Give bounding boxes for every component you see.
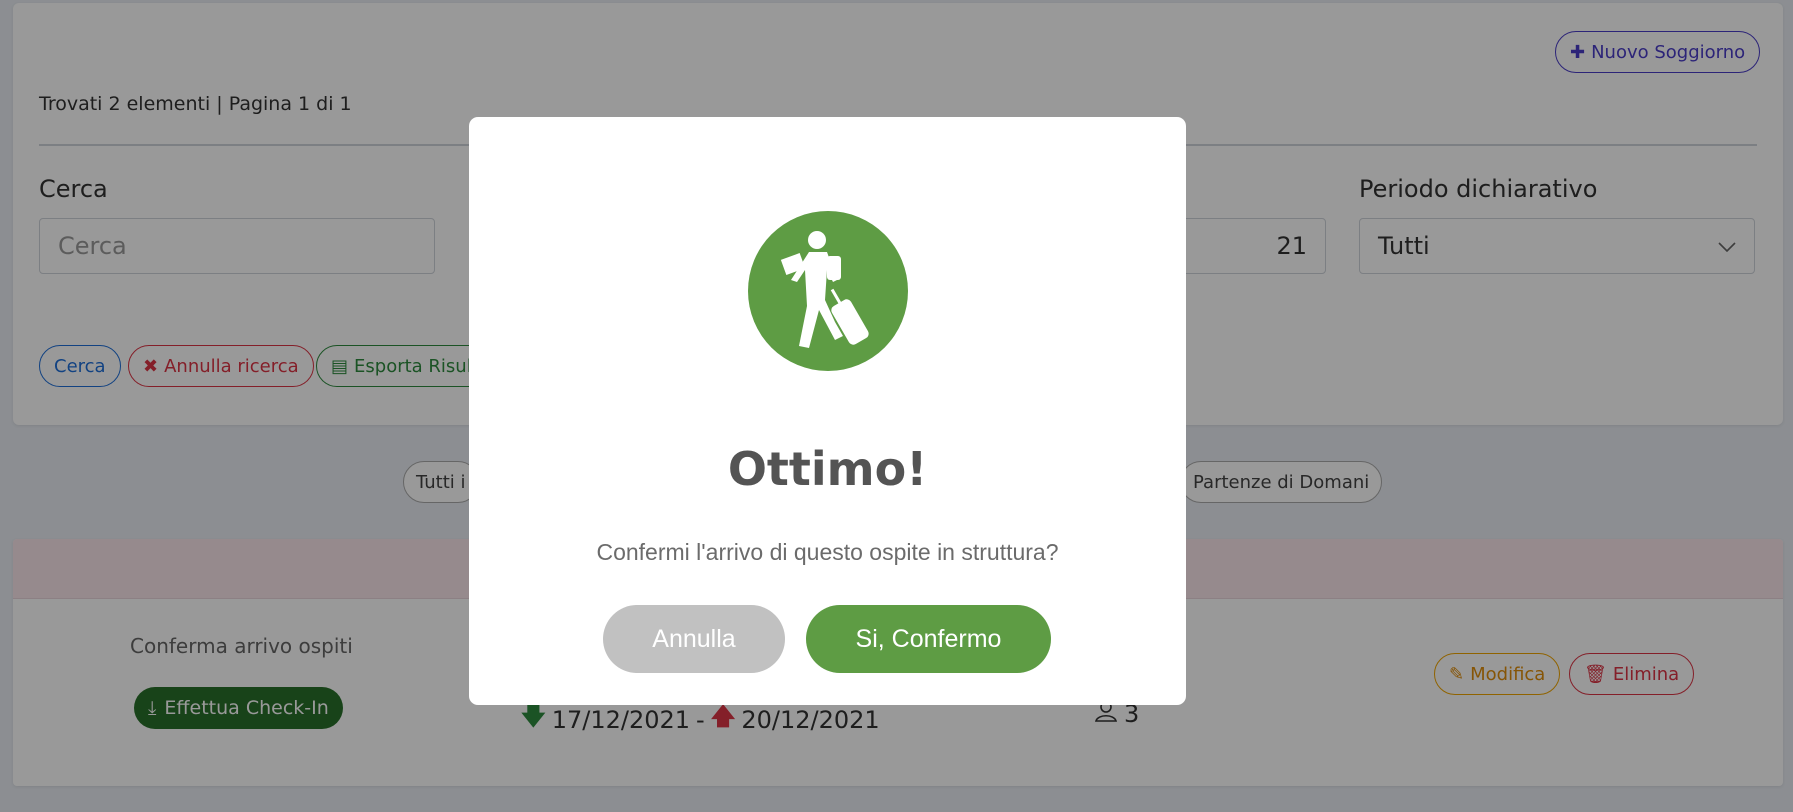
confirm-button[interactable]: Si, Confermo: [806, 605, 1051, 673]
page: ✚ Nuovo Soggiorno Trovati 2 elementi | P…: [0, 0, 1793, 812]
confirm-dialog: Ottimo! Confermi l'arrivo di questo ospi…: [469, 117, 1186, 705]
cancel-button[interactable]: Annulla: [603, 605, 785, 673]
dialog-message: Confermi l'arrivo di questo ospite in st…: [596, 539, 1059, 565]
traveler-icon: [747, 210, 909, 372]
dialog-title: Ottimo!: [727, 442, 928, 496]
